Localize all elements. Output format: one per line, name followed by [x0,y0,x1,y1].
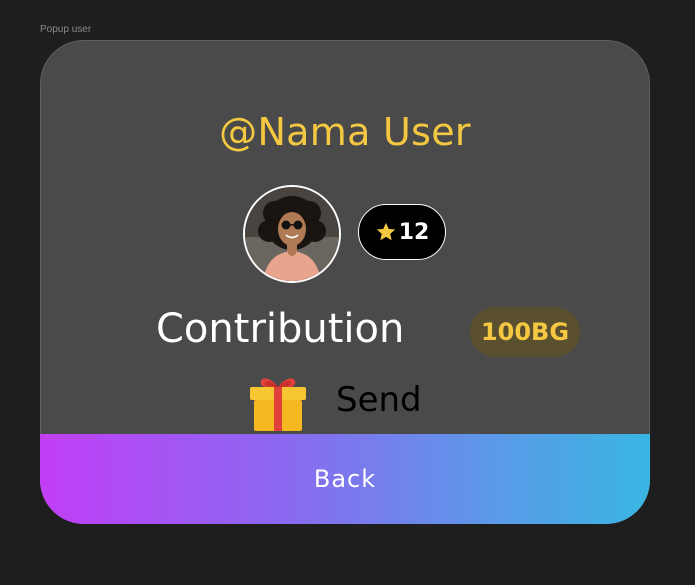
contribution-amount-badge: 100BG [470,307,580,357]
star-count: 12 [398,219,430,245]
frame-label: Popup user [40,24,92,35]
user-popup: @Nama User 12 Contribution 100BG Send Ba… [40,40,650,524]
contribution-label: Contribution [156,306,405,352]
avatar-photo [245,187,339,281]
avatar[interactable] [243,185,341,283]
gift-icon[interactable] [247,373,309,431]
back-button[interactable]: Back [40,434,650,524]
star-badge: 12 [358,204,446,260]
username-heading: @Nama User [219,110,471,154]
star-icon [376,222,395,241]
send-label[interactable]: Send [336,380,422,420]
